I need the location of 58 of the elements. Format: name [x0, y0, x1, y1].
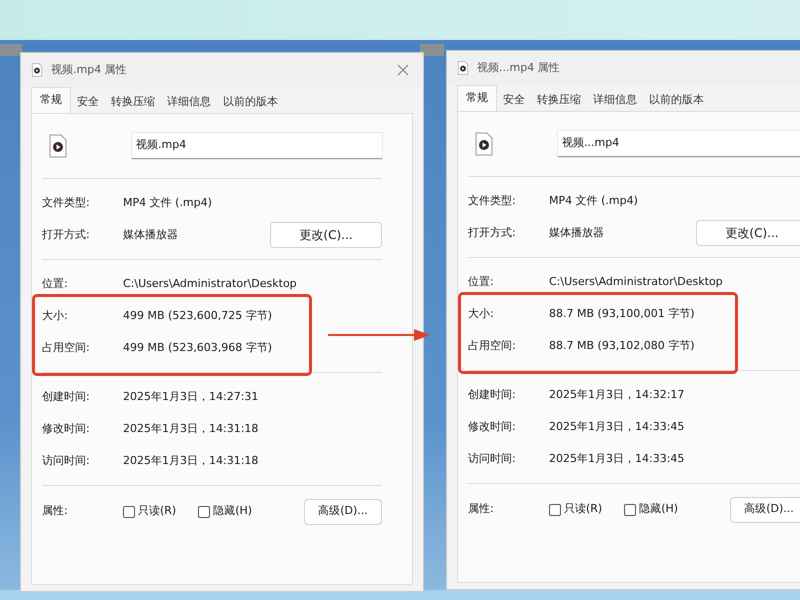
desktop-icon[interactable] [420, 44, 444, 56]
tab[interactable]: 常规 [31, 87, 71, 113]
field-value: 88.7 MB (93,100,001 字节) [549, 306, 695, 322]
advanced-button[interactable]: 高级(D)... [304, 498, 382, 524]
field-label: 访问时间: [42, 452, 91, 469]
field-value: 2025年1月3日，14:32:17 [549, 386, 684, 403]
checkbox-box[interactable] [549, 504, 561, 516]
field-label: 访问时间: [468, 450, 517, 467]
field-label: 打开方式: [42, 226, 91, 243]
field-value: C:\Users\Administrator\Desktop [123, 276, 297, 292]
close-icon[interactable] [397, 64, 409, 76]
field-label: 文件类型: [468, 192, 517, 209]
video-file-icon [31, 63, 43, 77]
field-label: 占用空间: [42, 340, 91, 356]
field-value: 媒体播放器 [123, 226, 178, 243]
file-name-field[interactable]: 视频...mp4 [558, 131, 800, 157]
field-label: 位置: [468, 274, 495, 290]
field-label: 创建时间: [42, 388, 91, 405]
field-value: C:\Users\Administrator\Desktop [549, 274, 723, 290]
field-value: 499 MB (523,600,725 字节) [123, 308, 272, 324]
checkbox[interactable]: 只读(R) [123, 503, 176, 520]
checkbox-box[interactable] [123, 506, 135, 518]
tab[interactable]: 常规 [457, 85, 497, 111]
checkbox[interactable]: 隐藏(H) [624, 501, 678, 518]
field-value: 媒体播放器 [549, 224, 604, 241]
change-button[interactable]: 更改(C)... [696, 220, 800, 246]
field-value: 2025年1月3日，14:31:18 [123, 420, 258, 437]
field-value: 2025年1月3日，14:33:45 [549, 450, 684, 467]
checkbox[interactable]: 隐藏(H) [198, 503, 252, 520]
file-name-field[interactable]: 视频.mp4 [132, 133, 382, 159]
checkbox[interactable]: 只读(R) [549, 501, 602, 518]
change-button[interactable]: 更改(C)... [270, 222, 382, 248]
field-label: 属性: [42, 503, 69, 520]
field-label: 属性: [468, 501, 495, 518]
field-value: 2025年1月3日，14:27:31 [123, 388, 258, 405]
field-value: MP4 文件 (.mp4) [123, 194, 212, 211]
checkbox-box[interactable] [198, 506, 210, 518]
field-label: 大小: [42, 308, 69, 324]
field-label: 大小: [468, 306, 495, 322]
field-value: 2025年1月3日，14:33:45 [549, 418, 684, 435]
field-value: 499 MB (523,603,968 字节) [123, 340, 272, 356]
video-file-icon [457, 61, 469, 75]
video-file-icon [474, 132, 494, 156]
field-value: 2025年1月3日，14:31:18 [123, 452, 258, 469]
field-label: 修改时间: [468, 418, 517, 435]
field-label: 打开方式: [468, 224, 517, 241]
field-label: 创建时间: [468, 386, 517, 403]
field-label: 文件类型: [42, 194, 91, 211]
window-title: 视频...mp4 属性 [477, 60, 560, 76]
field-label: 修改时间: [42, 420, 91, 437]
video-file-icon [48, 134, 68, 158]
field-value: MP4 文件 (.mp4) [549, 192, 638, 209]
window-title: 视频.mp4 属性 [51, 62, 127, 78]
field-label: 占用空间: [468, 338, 517, 354]
checkbox-box[interactable] [624, 504, 636, 516]
advanced-button[interactable]: 高级(D)... [730, 496, 800, 522]
field-value: 88.7 MB (93,102,080 字节) [549, 338, 695, 354]
field-label: 位置: [42, 276, 69, 292]
